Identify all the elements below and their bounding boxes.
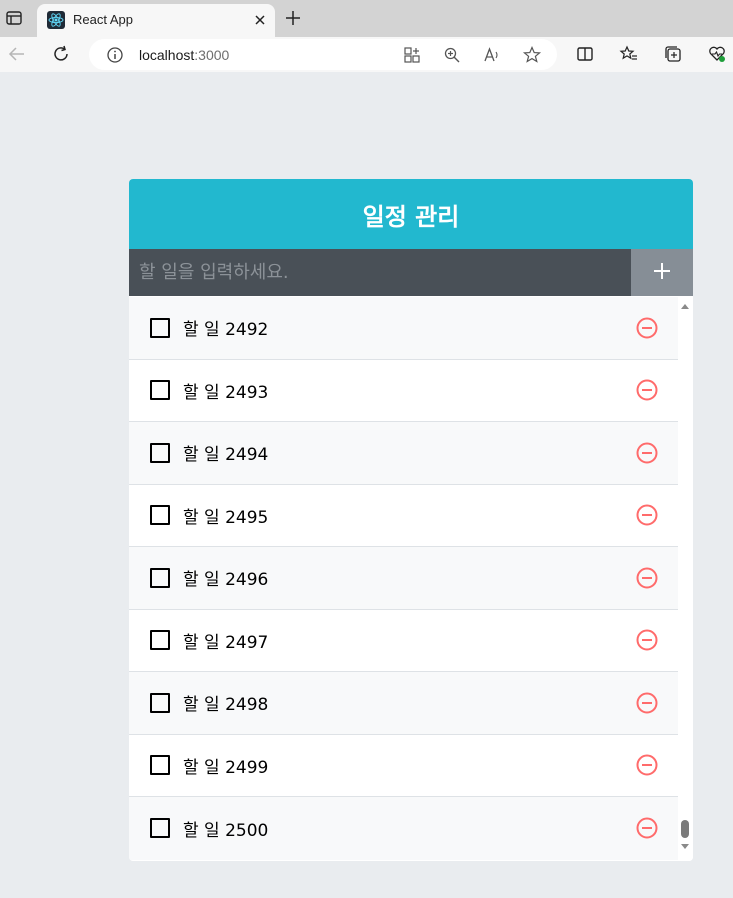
todo-text: 할 일 2492 [183,320,269,341]
todo-text: 할 일 2495 [183,507,269,528]
tab-title: React App [73,12,133,27]
remove-circle-icon[interactable] [635,628,659,652]
scroll-up-arrow-icon[interactable] [681,304,689,309]
remove-circle-icon[interactable] [635,566,659,590]
add-todo-button[interactable] [631,249,693,296]
unchecked-box-icon[interactable] [150,442,170,463]
todo-item[interactable]: 할 일 2498 [129,672,678,735]
remove-circle-icon[interactable] [635,378,659,402]
remove-circle-icon[interactable] [635,441,659,465]
read-aloud-icon[interactable] [482,45,502,65]
todo-text: 할 일 2494 [183,445,269,466]
unchecked-box-icon[interactable] [150,630,170,651]
scroll-down-arrow-icon[interactable] [681,844,689,849]
url-text: localhost:3000 [139,47,230,63]
browser-toolbar: localhost:3000 [0,37,733,72]
browser-essentials-icon[interactable] [707,44,727,64]
todo-item[interactable]: 할 일 2495 [129,484,678,547]
react-logo-icon [47,11,65,29]
remove-circle-icon[interactable] [635,503,659,527]
todo-text: 할 일 2496 [183,570,269,591]
scrollbar-thumb[interactable] [681,820,689,838]
refresh-icon[interactable] [51,44,71,64]
unchecked-box-icon[interactable] [150,380,170,401]
tab-react-app[interactable]: React App [37,4,275,37]
todo-text: 할 일 2497 [183,632,269,653]
todo-text: 할 일 2498 [183,695,269,716]
new-tab-icon[interactable] [283,8,303,28]
todo-list: 할 일 2492 할 일 2493 할 일 2494 할 일 2495 할 일 … [129,297,678,860]
todo-text: 할 일 2500 [183,820,269,841]
todo-item[interactable]: 할 일 2492 [129,297,678,360]
collections-icon[interactable] [663,44,683,64]
unchecked-box-icon[interactable] [150,317,170,338]
address-bar[interactable]: localhost:3000 [89,39,557,70]
todo-item[interactable]: 할 일 2499 [129,734,678,797]
todo-item[interactable]: 할 일 2497 [129,609,678,672]
tab-actions-icon[interactable] [4,8,24,28]
app-title: 일정 관리 [129,179,693,249]
site-info-icon[interactable] [105,45,125,65]
remove-circle-icon[interactable] [635,691,659,715]
unchecked-box-icon[interactable] [150,505,170,526]
close-tab-icon[interactable] [251,11,269,29]
todo-item[interactable]: 할 일 2494 [129,422,678,485]
unchecked-box-icon[interactable] [150,755,170,776]
back-arrow-icon[interactable] [7,44,27,64]
todo-insert-form [129,249,693,296]
favorite-star-icon[interactable] [522,45,542,65]
todo-list-container: 할 일 2492 할 일 2493 할 일 2494 할 일 2495 할 일 … [129,296,693,861]
unchecked-box-icon[interactable] [150,692,170,713]
zoom-icon[interactable] [442,45,462,65]
split-screen-icon[interactable] [575,44,595,64]
todo-text: 할 일 2499 [183,757,269,778]
plus-icon [652,261,672,284]
todo-item[interactable]: 할 일 2500 [129,797,678,860]
remove-circle-icon[interactable] [635,316,659,340]
browser-tab-bar: React App [0,0,733,37]
todo-item[interactable]: 할 일 2493 [129,359,678,422]
todo-app: 일정 관리 할 일 2492 할 일 2493 할 일 2494 할 일 249… [129,179,693,861]
scrollbar[interactable] [678,296,693,861]
todo-text: 할 일 2493 [183,382,269,403]
todo-item[interactable]: 할 일 2496 [129,547,678,610]
unchecked-box-icon[interactable] [150,818,170,839]
unchecked-box-icon[interactable] [150,567,170,588]
app-available-icon[interactable] [402,45,422,65]
remove-circle-icon[interactable] [635,816,659,840]
todo-input[interactable] [129,249,631,296]
favorites-icon[interactable] [619,44,639,64]
remove-circle-icon[interactable] [635,753,659,777]
